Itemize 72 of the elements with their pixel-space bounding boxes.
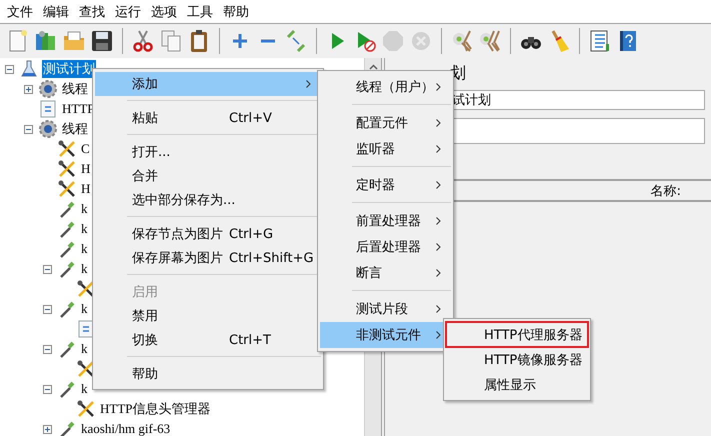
menu-item[interactable]: 定时器	[320, 172, 451, 198]
menu-item[interactable]: 合并	[95, 164, 321, 188]
collapse-toggle-icon[interactable]	[43, 384, 52, 394]
menu-item[interactable]: 粘贴 Ctrl+V	[95, 106, 321, 130]
tree-item[interactable]: H	[80, 160, 92, 178]
menu-item[interactable]: 运行	[110, 2, 146, 20]
menu-item[interactable]: 帮助	[218, 2, 254, 20]
menu-item[interactable]: 文件	[2, 2, 38, 20]
chevron-right-icon	[436, 331, 441, 339]
tree-item[interactable]: HTTP信息头管理器	[99, 400, 212, 418]
menu-item[interactable]: 切换 Ctrl+T	[95, 328, 321, 352]
tree-item[interactable]: k	[80, 260, 88, 278]
list-icon[interactable]	[588, 29, 612, 53]
tree-item[interactable]: k	[80, 220, 88, 238]
tree-item[interactable]: k	[80, 240, 88, 258]
menu-item[interactable]: 禁用	[95, 304, 321, 328]
chevron-right-icon	[436, 181, 441, 189]
menu-item[interactable]: 测试片段	[320, 296, 451, 322]
chevron-right-icon	[436, 217, 441, 225]
wrench-screwdriver-icon	[57, 139, 77, 159]
tree-item[interactable]: k	[80, 200, 88, 218]
chevron-right-icon	[436, 83, 441, 91]
wrench-screwdriver-icon	[76, 399, 96, 419]
collapse-toggle-icon[interactable]	[43, 344, 52, 354]
gear-icon	[38, 79, 58, 99]
chevron-right-icon	[436, 269, 441, 277]
collapse-toggle-icon[interactable]	[5, 64, 14, 74]
chevron-right-icon	[306, 80, 311, 88]
chevron-right-icon	[436, 243, 441, 251]
menu-item[interactable]: 前置处理器	[320, 208, 451, 234]
collapse-toggle-icon[interactable]	[43, 264, 52, 274]
column-header: 名称:	[650, 182, 681, 200]
tree-item[interactable]: kaoshi/hm gif-63	[80, 420, 172, 436]
broom-gear-icon[interactable]	[450, 29, 474, 53]
document-icon	[38, 99, 58, 119]
chevron-right-icon	[436, 305, 441, 313]
collapse-toggle-icon[interactable]	[24, 124, 33, 134]
menu-item[interactable]: HTTP镜像服务器	[446, 347, 588, 372]
menu-item[interactable]: 线程（用户）	[320, 74, 451, 100]
chevron-right-icon	[436, 145, 441, 153]
menu-item[interactable]: 后置处理器	[320, 234, 451, 260]
menu-item[interactable]: 保存节点为图片 Ctrl+G	[95, 222, 321, 246]
menu-item[interactable]: 属性显示	[446, 372, 588, 397]
menu-item[interactable]: 保存屏幕为图片 Ctrl+Shift+G	[95, 246, 321, 270]
flask-icon	[19, 59, 39, 79]
tree-item[interactable]: k	[80, 380, 88, 398]
menu-item[interactable]: 打开...	[95, 140, 321, 164]
menu-item[interactable]: 编辑	[38, 2, 74, 20]
tree-item[interactable]: H	[80, 180, 92, 198]
wrench-screwdriver-icon	[57, 179, 77, 199]
expand-toggle-icon[interactable]	[43, 424, 52, 434]
menu-item[interactable]: 断言	[320, 260, 451, 286]
tree-item[interactable]: 线程	[61, 80, 89, 98]
scissors-icon[interactable]	[131, 29, 155, 53]
menu-item[interactable]: 选项	[146, 2, 182, 20]
menu-item[interactable]: 帮助	[95, 362, 321, 386]
brooms-gear-icon[interactable]	[478, 29, 502, 53]
books-icon[interactable]	[34, 29, 58, 53]
gear-icon	[38, 119, 58, 139]
tree-item[interactable]: C	[80, 140, 91, 158]
chevron-right-icon	[436, 119, 441, 127]
tree-item[interactable]: 线程	[61, 120, 89, 138]
menu-item[interactable]: 选中部分保存为...	[95, 188, 321, 212]
menu-item[interactable]: 工具	[182, 2, 218, 20]
tree-item[interactable]: k	[80, 340, 88, 358]
expand-toggle-icon[interactable]	[24, 84, 33, 94]
wrench-screwdriver-icon	[57, 159, 77, 179]
menu-item[interactable]: 查找	[74, 2, 110, 20]
collapse-toggle-icon[interactable]	[43, 304, 52, 314]
menu-item[interactable]: 监听器	[320, 136, 451, 162]
tree-item[interactable]: k	[80, 300, 88, 318]
menu-item[interactable]: 配置元件	[320, 110, 451, 136]
